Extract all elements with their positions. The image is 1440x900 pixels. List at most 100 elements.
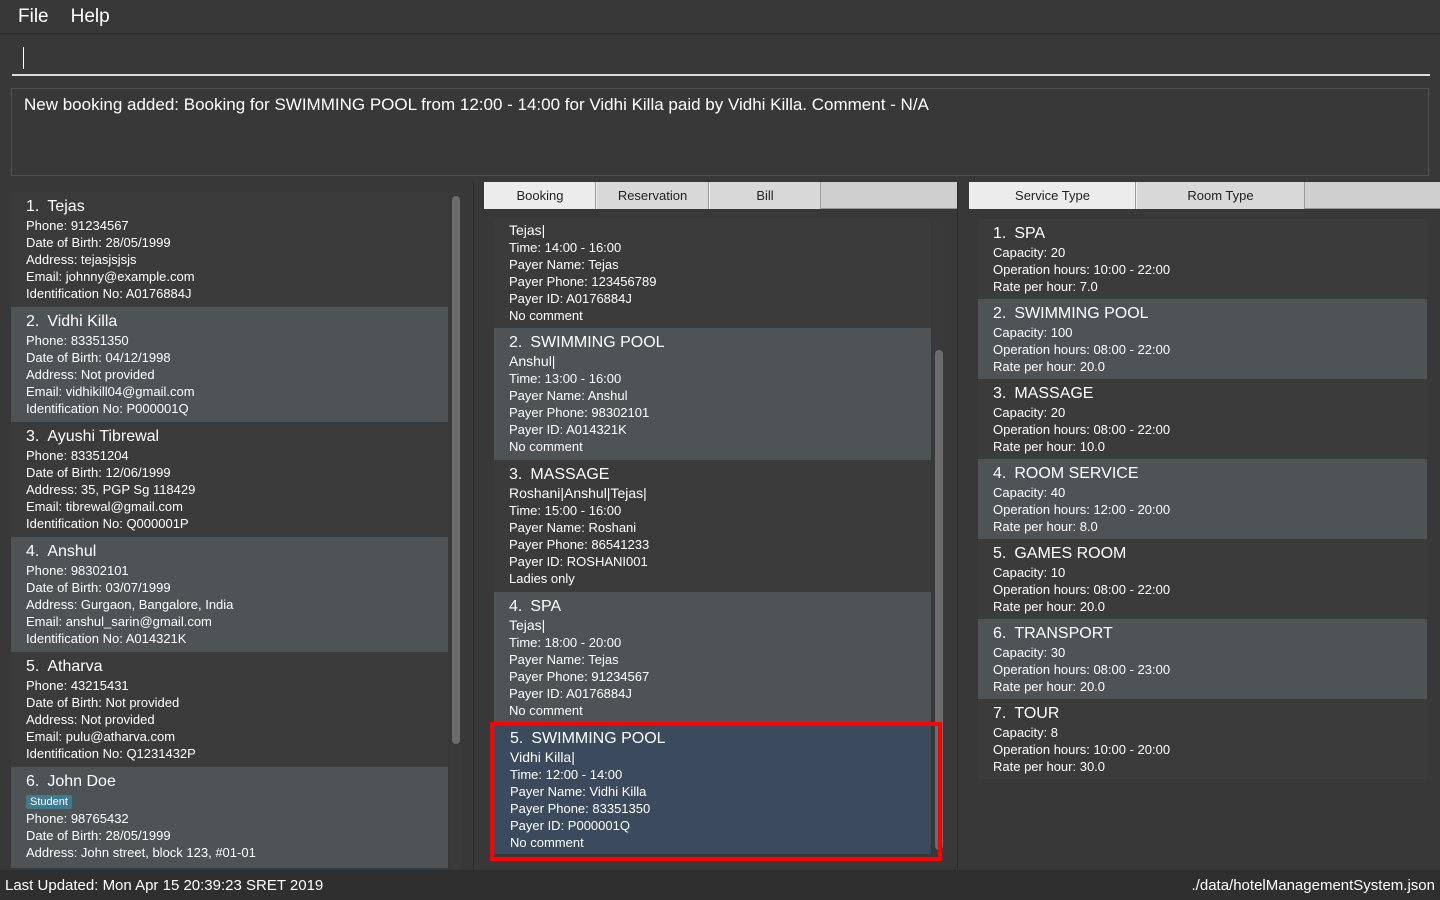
booking-detail: Payer ID: A014321K xyxy=(509,422,627,437)
service-index: 7. xyxy=(993,705,1007,722)
customer-name: 4. Anshul xyxy=(26,542,433,562)
booking-guests: Anshul| xyxy=(509,353,556,369)
service-title: 1. SPA xyxy=(993,224,1412,244)
booking-detail: Time: 13:00 - 16:00 xyxy=(509,371,622,386)
booking-guests: Roshani|Anshul|Tejas| xyxy=(509,485,647,501)
customer-tag: Student xyxy=(26,795,72,809)
booking-service-name: MASSAGE xyxy=(530,466,610,483)
booking-guests: Tejas| xyxy=(509,222,546,238)
customer-card[interactable]: 3. Ayushi Tibrewal Phone: 83351204 Date of … xyxy=(11,422,448,537)
customer-detail: Phone: 83351350 xyxy=(26,333,129,348)
customer-list: 1. Tejas Phone: 91234567 Date of Birth: 28/… xyxy=(11,192,448,868)
service-tab-bar: Service Type Room Type xyxy=(969,182,1440,209)
service-title: 5. GAMES ROOM xyxy=(993,544,1412,564)
service-title: 4. ROOM SERVICE xyxy=(993,464,1412,484)
customer-detail: Date of Birth: 28/05/1999 xyxy=(26,828,171,843)
service-panel: Service Type Room Type 1. SPA Capacity: 20… xyxy=(959,182,1440,870)
customer-name-text: Ayushi Tibrewal xyxy=(47,428,160,445)
service-name: TRANSPORT xyxy=(1014,625,1113,642)
customer-detail: Address: John street, block 123, #01-01 xyxy=(26,845,256,860)
booking-detail: No comment xyxy=(509,439,583,454)
booking-detail: Payer Phone: 91234567 xyxy=(509,669,650,684)
booking-card[interactable]: 2. SWIMMING POOL Anshul| Time: 13:00 - 16:0… xyxy=(494,328,931,460)
customer-index: 6. xyxy=(26,773,40,790)
customer-detail: Date of Birth: 03/07/1999 xyxy=(26,580,171,595)
service-detail: Operation hours: 10:00 - 22:00 xyxy=(993,262,1171,277)
service-title: 6. TRANSPORT xyxy=(993,624,1412,644)
booking-service-name: SWIMMING POOL xyxy=(530,334,665,351)
tab-bill[interactable]: Bill xyxy=(709,182,821,209)
booking-card[interactable]: Tejas| Time: 14:00 - 16:00 Payer Name: Tej… xyxy=(494,218,931,328)
booking-detail: Time: 14:00 - 16:00 xyxy=(509,240,622,255)
customer-name: 1. Tejas xyxy=(26,197,433,217)
customer-detail: Identification No: P000001Q xyxy=(26,401,189,416)
service-detail: Capacity: 8 xyxy=(993,725,1059,740)
service-detail: Capacity: 20 xyxy=(993,245,1066,260)
customer-detail: Identification No: Q1231432P xyxy=(26,746,196,761)
service-detail: Operation hours: 12:00 - 20:00 xyxy=(993,502,1171,517)
service-card[interactable]: 1. SPA Capacity: 20 Operation hours: 10:00 … xyxy=(978,219,1427,299)
customer-detail: Date of Birth: Not provided xyxy=(26,695,180,710)
tab-room-type[interactable]: Room Type xyxy=(1136,182,1305,209)
service-index: 1. xyxy=(993,225,1007,242)
booking-service: 4. SPA xyxy=(509,597,916,617)
command-input[interactable] xyxy=(12,40,1430,76)
customer-detail: Date of Birth: 04/12/1998 xyxy=(26,350,171,365)
customer-card[interactable]: 5. Atharva Phone: 43215431 Date of Birth: N… xyxy=(11,652,448,767)
service-card[interactable]: 4. ROOM SERVICE Capacity: 40 Operation hour… xyxy=(978,459,1427,539)
service-title: 7. TOUR xyxy=(993,704,1412,724)
service-index: 3. xyxy=(993,385,1007,402)
tab-service-type[interactable]: Service Type xyxy=(969,182,1136,209)
menu-file[interactable]: File xyxy=(18,6,49,28)
service-index: 5. xyxy=(993,545,1007,562)
booking-detail: Time: 15:00 - 16:00 xyxy=(509,503,622,518)
customer-detail: Phone: 43215431 xyxy=(26,678,129,693)
menu-help[interactable]: Help xyxy=(71,6,110,28)
service-title: 3. MASSAGE xyxy=(993,384,1412,404)
customer-detail: Address: Gurgaon, Bangalore, India xyxy=(26,597,234,612)
booking-detail: Payer Name: Roshani xyxy=(509,520,637,535)
service-detail: Operation hours: 08:00 - 22:00 xyxy=(993,342,1171,357)
service-detail: Capacity: 20 xyxy=(993,405,1066,420)
customer-card[interactable]: 6. John Doe Student Phone: 98765432 Date of … xyxy=(11,767,448,868)
booking-index: 4. xyxy=(509,598,523,615)
booking-index: 3. xyxy=(509,466,523,483)
service-card[interactable]: 5. GAMES ROOM Capacity: 10 Operation hours:… xyxy=(978,539,1427,619)
customer-detail: Address: tejasjsjsjs xyxy=(26,252,137,267)
customer-index: 5. xyxy=(26,658,40,675)
booking-detail: No comment xyxy=(509,703,583,718)
service-detail: Rate per hour: 8.0 xyxy=(993,519,1098,534)
booking-service: 2. SWIMMING POOL xyxy=(509,333,916,353)
customer-card[interactable]: 2. Vidhi Killa Phone: 83351350 Date of Birt… xyxy=(11,307,448,422)
customer-card[interactable]: 1. Tejas Phone: 91234567 Date of Birth: 28/… xyxy=(11,192,448,307)
customer-name-text: Vidhi Killa xyxy=(47,313,118,330)
booking-detail: Payer Phone: 98302101 xyxy=(509,405,650,420)
service-detail: Capacity: 40 xyxy=(993,485,1066,500)
booking-detail: Ladies only xyxy=(509,571,575,586)
tab-reservation[interactable]: Reservation xyxy=(596,182,709,209)
customer-name: 3. Ayushi Tibrewal xyxy=(26,427,433,447)
service-detail: Operation hours: 08:00 - 22:00 xyxy=(993,582,1171,597)
customer-index: 3. xyxy=(26,428,40,445)
booking-card[interactable]: 4. SPA Tejas| Time: 18:00 - 20:00 Payer Name… xyxy=(494,592,931,724)
customer-name-text: Anshul xyxy=(47,543,97,560)
service-detail: Rate per hour: 20.0 xyxy=(993,679,1106,694)
service-card[interactable]: 6. TRANSPORT Capacity: 30 Operation hours: … xyxy=(978,619,1427,699)
customer-card[interactable]: 4. Anshul Phone: 98302101 Date of Birth: 03… xyxy=(11,537,448,652)
result-display: New booking added: Booking for SWIMMING … xyxy=(11,88,1429,176)
service-detail: Rate per hour: 20.0 xyxy=(993,359,1106,374)
service-card[interactable]: 3. MASSAGE Capacity: 20 Operation hours: 08… xyxy=(978,379,1427,459)
customer-name-text: Atharva xyxy=(47,658,103,675)
customer-scrollbar-thumb[interactable] xyxy=(452,196,460,744)
customer-scrollbar[interactable] xyxy=(451,192,461,868)
tab-booking[interactable]: Booking xyxy=(484,182,596,209)
booking-detail: No comment xyxy=(509,308,583,323)
booking-detail: Payer Phone: 86541233 xyxy=(509,537,650,552)
customer-detail: Address: Not provided xyxy=(26,712,155,727)
text-caret xyxy=(23,47,24,69)
service-card[interactable]: 2. SWIMMING POOL Capacity: 100 Operation ho… xyxy=(978,299,1427,379)
booking-card[interactable]: 3. MASSAGE Roshani|Anshul|Tejas| Time: 15:0… xyxy=(494,460,931,592)
service-card[interactable]: 7. TOUR Capacity: 8 Operation hours: 10:00 … xyxy=(978,699,1427,779)
customer-panel: 1. Tejas Phone: 91234567 Date of Birth: 28/… xyxy=(0,182,474,870)
booking-service: 3. MASSAGE xyxy=(509,465,916,485)
